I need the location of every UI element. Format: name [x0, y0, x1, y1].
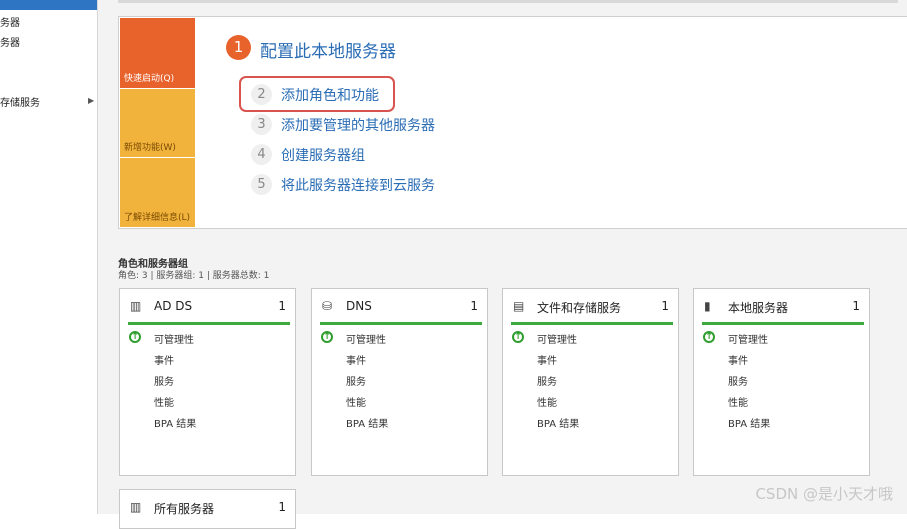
card-title[interactable]: 本地服务器	[728, 299, 788, 316]
card-count: 1	[661, 299, 669, 313]
card-count: 1	[278, 500, 286, 514]
nav-selected-item[interactable]	[0, 0, 97, 10]
card-row-manageability[interactable]: 可管理性	[154, 331, 194, 346]
tile-label: 了解详细信息(L)	[124, 213, 191, 223]
server-icon: ▮	[704, 299, 711, 313]
file-storage-icon: ▤	[513, 299, 525, 313]
status-bar	[511, 322, 673, 325]
nav-item-file-storage[interactable]: 存储服务	[0, 94, 40, 109]
step-link[interactable]: 创建服务器组	[281, 145, 365, 165]
card-row-manageability[interactable]: 可管理性	[728, 331, 768, 346]
card-row-services[interactable]: 服务	[346, 373, 366, 388]
status-up-icon: ↑	[321, 331, 333, 343]
step-number: 5	[251, 174, 272, 195]
chevron-right-icon[interactable]: ▶	[88, 96, 94, 105]
step-number: 1	[226, 35, 251, 60]
step-number: 4	[251, 144, 272, 165]
card-row-performance[interactable]: 性能	[346, 394, 366, 409]
card-title[interactable]: 文件和存储服务	[537, 299, 621, 316]
card-row-performance[interactable]: 性能	[154, 394, 174, 409]
card-count: 1	[470, 299, 478, 313]
status-up-icon: ↑	[129, 331, 141, 343]
all-servers-icon: ▥	[130, 500, 142, 514]
role-card-all-servers[interactable]: ▥ 所有服务器 1	[119, 489, 296, 529]
nav-item-local-server[interactable]: 务器	[0, 14, 20, 29]
step-number: 3	[251, 114, 272, 135]
welcome-panel: 快速启动(Q) 新增功能(W) 了解详细信息(L) 1 配置此本地服务器 2 添…	[118, 16, 907, 229]
card-row-services[interactable]: 服务	[537, 373, 557, 388]
watermark: CSDN @是小天才哦	[755, 485, 893, 503]
card-row-events[interactable]: 事件	[728, 352, 748, 367]
status-up-icon: ↑	[512, 331, 524, 343]
dns-icon: ⛁	[322, 299, 333, 313]
role-card-local-server[interactable]: ▮ 本地服务器 1 ↑ 可管理性 事件 服务 性能 BPA 结果	[693, 288, 870, 476]
card-row-performance[interactable]: 性能	[728, 394, 748, 409]
step-link[interactable]: 添加角色和功能	[281, 85, 379, 105]
card-row-bpa[interactable]: BPA 结果	[728, 415, 770, 430]
card-row-manageability[interactable]: 可管理性	[537, 331, 577, 346]
tile-whats-new[interactable]: 新增功能(W)	[120, 89, 195, 157]
role-card-file-storage[interactable]: ▤ 文件和存储服务 1 ↑ 可管理性 事件 服务 性能 BPA 结果	[502, 288, 679, 476]
ad-ds-icon: ▥	[130, 299, 142, 313]
tile-quick-start[interactable]: 快速启动(Q)	[120, 18, 195, 88]
card-row-manageability[interactable]: 可管理性	[346, 331, 386, 346]
card-row-performance[interactable]: 性能	[537, 394, 557, 409]
status-up-icon: ↑	[703, 331, 715, 343]
role-card-dns[interactable]: ⛁ DNS 1 ↑ 可管理性 事件 服务 性能 BPA 结果	[311, 288, 488, 476]
status-bar	[128, 322, 290, 325]
status-bar	[702, 322, 864, 325]
tile-label: 快速启动(Q)	[124, 74, 175, 84]
step-link[interactable]: 将此服务器连接到云服务	[281, 175, 435, 195]
step-link[interactable]: 添加要管理的其他服务器	[281, 115, 435, 135]
card-row-events[interactable]: 事件	[537, 352, 557, 367]
roles-section-summary: 角色: 3 | 服务器组: 1 | 服务器总数: 1	[118, 271, 270, 281]
tile-label: 新增功能(W)	[124, 143, 176, 153]
card-row-bpa[interactable]: BPA 结果	[346, 415, 388, 430]
navigation-pane: 务器 务器 存储服务 ▶	[0, 0, 98, 514]
header-divider	[118, 0, 898, 3]
card-count: 1	[278, 299, 286, 313]
step-number: 2	[251, 84, 272, 105]
card-title[interactable]: AD DS	[154, 299, 192, 313]
dashboard-main: 快速启动(Q) 新增功能(W) 了解详细信息(L) 1 配置此本地服务器 2 添…	[98, 0, 907, 529]
card-row-events[interactable]: 事件	[346, 352, 366, 367]
card-row-services[interactable]: 服务	[728, 373, 748, 388]
tile-learn-more[interactable]: 了解详细信息(L)	[120, 158, 195, 227]
card-row-bpa[interactable]: BPA 结果	[154, 415, 196, 430]
card-title[interactable]: DNS	[346, 299, 372, 313]
card-row-bpa[interactable]: BPA 结果	[537, 415, 579, 430]
card-row-events[interactable]: 事件	[154, 352, 174, 367]
card-count: 1	[852, 299, 860, 313]
nav-item-all-servers[interactable]: 务器	[0, 34, 20, 49]
step-link[interactable]: 配置此本地服务器	[260, 37, 396, 62]
role-card-ad-ds[interactable]: ▥ AD DS 1 ↑ 可管理性 事件 服务 性能 BPA 结果	[119, 288, 296, 476]
status-bar	[320, 322, 482, 325]
card-row-services[interactable]: 服务	[154, 373, 174, 388]
card-title[interactable]: 所有服务器	[154, 500, 214, 517]
